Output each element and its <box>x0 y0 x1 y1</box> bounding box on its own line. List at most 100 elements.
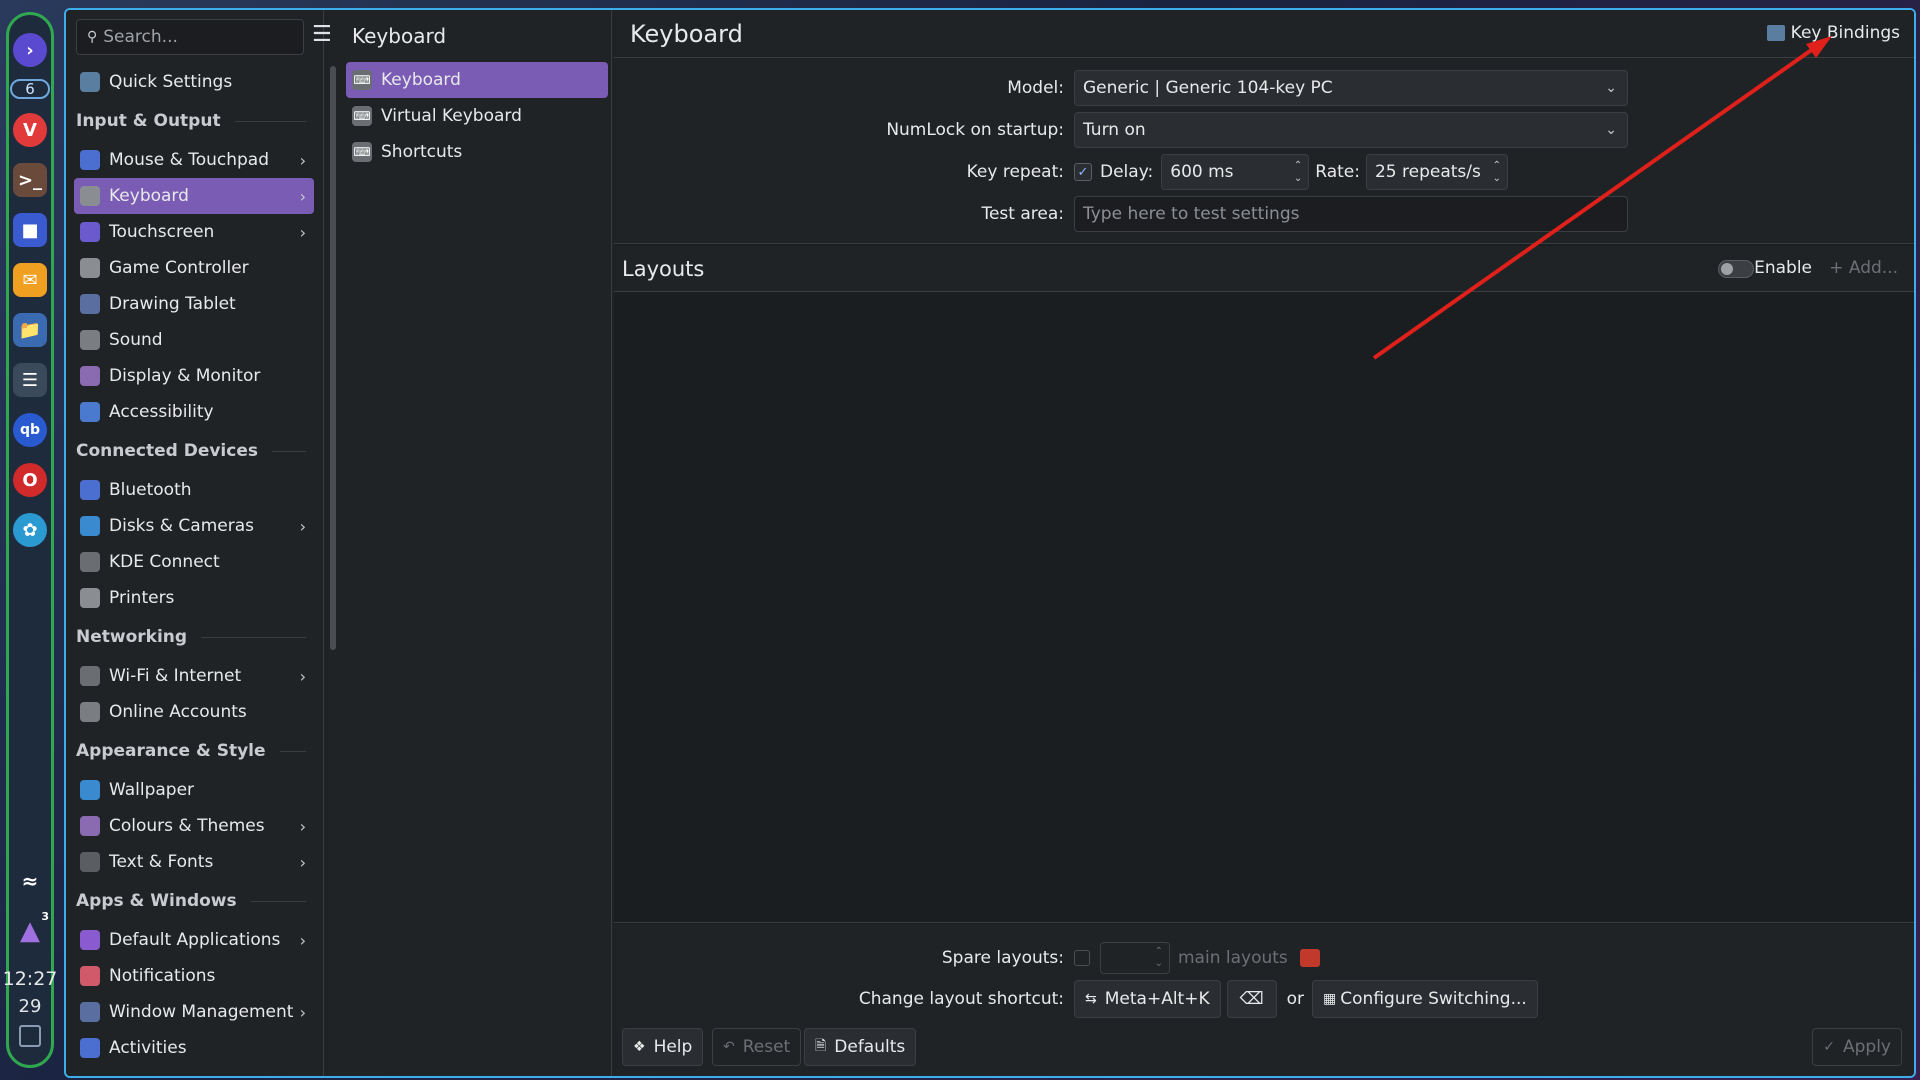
main-content: Keyboard Key Bindings Model: Generic | G… <box>614 10 1914 1076</box>
help-button[interactable]: ❖ Help <box>622 1028 704 1066</box>
notifications-tray-icon[interactable]: ▲ 3 <box>13 910 49 948</box>
activities-icon <box>80 1038 100 1058</box>
delay-label: Delay: <box>1100 162 1154 182</box>
shortcut-value: Meta+Alt+K <box>1104 989 1210 1009</box>
hamburger-menu-icon[interactable]: ☰ <box>312 24 332 48</box>
sidebar-item-label: Printers <box>109 588 175 608</box>
qbittorrent-icon[interactable]: qb <box>13 413 47 447</box>
sidebar-section-heading: Connected Devices <box>74 430 314 472</box>
chevron-right-icon: › <box>299 516 306 536</box>
layout-shortcut-button[interactable]: ⇆ Meta+Alt+K <box>1074 980 1221 1018</box>
test-area-placeholder: Type here to test settings <box>1083 204 1300 224</box>
settings-icon[interactable]: ☰ <box>13 363 47 397</box>
chevron-down-icon: ⌄ <box>1605 80 1617 96</box>
sidebar-item-wi-fi-internet[interactable]: Wi-Fi & Internet › <box>74 658 314 694</box>
settings-sidebar: ⚲ Search... ☰ Quick Settings Input & Outp… <box>66 10 332 1076</box>
sidebar-item-quick-settings[interactable]: Quick Settings <box>74 64 314 100</box>
defaults-button[interactable]: 🗎 Defaults <box>804 1028 917 1066</box>
numlock-label: NumLock on startup: <box>886 120 1064 140</box>
subnav-item-label: Keyboard <box>381 70 461 90</box>
test-area-input[interactable]: Type here to test settings <box>1074 196 1628 232</box>
sidebar-item-accessibility[interactable]: Accessibility <box>74 394 314 430</box>
spare-layouts-area: Spare layouts: ⌃ ⌄ main layouts Change la… <box>614 924 1914 1024</box>
rate-spinbox[interactable]: 25 repeats/s ⌃ ⌄ <box>1365 154 1508 190</box>
reset-button[interactable]: ↶ Reset <box>712 1028 802 1066</box>
sidebar-item-window-management[interactable]: Window Management › <box>74 994 314 1030</box>
dolphin-icon[interactable]: 📁 <box>13 313 47 347</box>
show-desktop-icon[interactable] <box>19 1025 41 1047</box>
subnav-item-shortcuts[interactable]: ⌨ Shortcuts <box>346 134 608 170</box>
shortcut-icon: ⇆ <box>1085 991 1097 1007</box>
konsole-icon[interactable]: ■ <box>13 213 47 247</box>
sidebar-item-label: Accessibility <box>109 402 214 422</box>
layouts-enable-toggle[interactable] <box>1718 260 1754 278</box>
window-icon <box>80 1002 100 1022</box>
numlock-combobox[interactable]: Turn on ⌄ <box>1074 112 1628 148</box>
rate-value: 25 repeats/s <box>1374 162 1481 182</box>
layout-shortcut-row: Change layout shortcut: ⇆ Meta+Alt+K ⌫ o… <box>614 980 1544 1018</box>
kdeconnect-icon <box>80 552 100 572</box>
spare-layouts-checkbox[interactable] <box>1074 950 1090 966</box>
subnav-title: Keyboard <box>352 24 447 48</box>
key-repeat-checkbox[interactable]: ✓ <box>1074 163 1092 181</box>
left-dock-panel: › 6 V >_ ■ ✉ 📁 ☰ qb O ✿ ≈ ▲ 3 12:27 29 <box>3 12 57 1068</box>
sidebar-item-label: Display & Monitor <box>109 366 261 386</box>
sidebar-item-bluetooth[interactable]: Bluetooth <box>74 472 314 508</box>
sidebar-item-colours-themes[interactable]: Colours & Themes › <box>74 808 314 844</box>
sidebar-item-drawing-tablet[interactable]: Drawing Tablet <box>74 286 314 322</box>
sidebar-item-keyboard[interactable]: Keyboard › <box>74 178 314 214</box>
sidebar-scrollbar[interactable] <box>330 66 336 650</box>
apply-button[interactable]: ✓ Apply <box>1812 1028 1902 1066</box>
clock-time[interactable]: 12:27 <box>3 966 58 992</box>
notification-count-badge: 3 <box>41 910 49 923</box>
clock-date[interactable]: 29 <box>19 996 42 1017</box>
clear-shortcut-button[interactable]: ⌫ <box>1226 980 1277 1018</box>
vivaldi-icon[interactable]: V <box>13 113 47 147</box>
sidebar-item-printers[interactable]: Printers <box>74 580 314 616</box>
subnav-list: ⌨ Keyboard ⌨ Virtual Keyboard ⌨ Shortcuts <box>346 62 608 170</box>
keyboard-icon: ⌨ <box>352 142 372 162</box>
mail-icon[interactable]: ✉ <box>13 263 47 297</box>
sidebar-item-mouse-touchpad[interactable]: Mouse & Touchpad › <box>74 142 314 178</box>
sidebar-item-online-accounts[interactable]: Online Accounts <box>74 694 314 730</box>
subnav-item-virtual-keyboard[interactable]: ⌨ Virtual Keyboard <box>346 98 608 134</box>
wifi-icon[interactable]: ≈ <box>13 864 47 898</box>
fonts-icon <box>80 852 100 872</box>
spare-layouts-spinbox[interactable]: ⌃ ⌄ <box>1100 942 1170 974</box>
check-icon: ✓ <box>1823 1039 1835 1055</box>
configure-switching-button[interactable]: ▦ Configure Switching... <box>1312 980 1538 1018</box>
keyboard-icon <box>80 186 100 206</box>
bluetooth-icon <box>80 480 100 500</box>
key-bindings-button[interactable]: Key Bindings <box>1766 23 1900 43</box>
sidebar-item-default-applications[interactable]: Default Applications › <box>74 922 314 958</box>
sidebar-item-label: Game Controller <box>109 258 249 278</box>
subnav-item-keyboard[interactable]: ⌨ Keyboard <box>346 62 608 98</box>
delay-spinbox[interactable]: 600 ms ⌃ ⌄ <box>1161 154 1310 190</box>
sidebar-section-heading: Networking <box>74 616 314 658</box>
sidebar-item-display-monitor[interactable]: Display & Monitor <box>74 358 314 394</box>
sidebar-item-activities[interactable]: Activities <box>74 1030 314 1066</box>
sidebar-item-label: Quick Settings <box>109 72 233 92</box>
search-field[interactable]: ⚲ Search... <box>76 19 304 55</box>
opera-icon[interactable]: O <box>13 463 47 497</box>
keyboard-form: Model: Generic | Generic 104-key PC ⌄ Nu… <box>614 58 1914 244</box>
content-header: Keyboard Key Bindings <box>614 10 1914 58</box>
sidebar-item-sound[interactable]: Sound <box>74 322 314 358</box>
sound-icon <box>80 330 100 350</box>
sidebar-item-touchscreen[interactable]: Touchscreen › <box>74 214 314 250</box>
layouts-header: Layouts Enable + Add... <box>614 246 1914 292</box>
sidebar-item-kde-connect[interactable]: KDE Connect <box>74 544 314 580</box>
terminal-icon[interactable]: >_ <box>13 163 47 197</box>
sidebar-item-text-fonts[interactable]: Text & Fonts › <box>74 844 314 880</box>
sidebar-item-disks-cameras[interactable]: Disks & Cameras › <box>74 508 314 544</box>
add-layout-button[interactable]: + Add... <box>1829 258 1898 278</box>
sidebar-item-wallpaper[interactable]: Wallpaper <box>74 772 314 808</box>
keyboard-layout-flag-icon <box>1299 949 1320 967</box>
configure-icon: ▦ <box>1323 991 1337 1007</box>
sidebar-item-game-controller[interactable]: Game Controller <box>74 250 314 286</box>
kde-connect-icon[interactable]: › <box>13 33 47 67</box>
sidebar-item-notifications[interactable]: Notifications <box>74 958 314 994</box>
model-combobox[interactable]: Generic | Generic 104-key PC ⌄ <box>1074 70 1628 106</box>
virtual-desktop-badge[interactable]: 6 <box>10 79 50 99</box>
kdeconnect-app-icon[interactable]: ✿ <box>13 513 47 547</box>
